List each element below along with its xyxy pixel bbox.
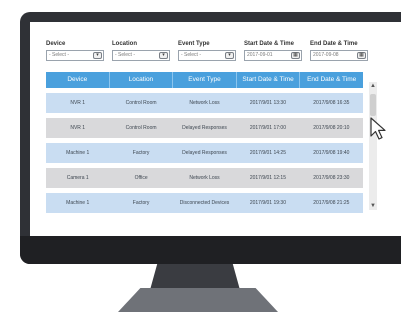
event-type-select[interactable]: - Select - ▾ [178,50,236,61]
chevron-down-icon[interactable]: ▾ [93,52,102,59]
column-header-location[interactable]: Location [110,72,174,88]
cell-device: Camera 1 [66,175,89,181]
cell-start: 2017/9/01 19:30 [249,200,286,206]
cell-event-type: Delayed Responses [182,150,227,156]
table-row[interactable]: NVR 1 Control Room Delayed Responses 201… [46,118,363,138]
end-date-input[interactable]: 2017-09-08 ▦ [310,50,368,61]
calendar-icon[interactable]: ▦ [291,52,300,59]
cell-device: NVR 1 [70,125,86,131]
monitor-stand-base [118,288,278,312]
cell-start: 2017/9/01 14:25 [249,150,286,156]
cell-event-type: Disconnected Devices [179,200,230,206]
cell-start: 2017/9/01 17:00 [249,125,286,131]
monitor-chin [20,236,401,264]
cell-event-type: Network Loss [189,175,220,181]
cell-device: NVR 1 [70,100,86,106]
table-row[interactable]: Machine 1 Factory Disconnected Devices 2… [46,193,363,213]
column-header-end[interactable]: End Date & Time [300,72,363,88]
chevron-down-icon[interactable]: ▾ [225,52,234,59]
filter-label: Event Type [178,41,210,47]
cell-end: 2017/9/08 21:25 [313,200,350,206]
filter-bar: Device - Select - ▾ Location - Select - … [46,40,376,64]
cell-device: Machine 1 [66,200,90,206]
cell-event-type: Network Loss [189,100,220,106]
cell-location: Control Room [125,125,157,131]
table-header: Device Location Event Type Start Date & … [46,72,363,88]
cell-end: 2017/9/08 19:40 [313,150,350,156]
filter-device: Device - Select - ▾ [46,40,104,61]
monitor-screen: Device - Select - ▾ Location - Select - … [30,22,401,236]
column-header-device[interactable]: Device [46,72,110,88]
table-row[interactable]: Camera 1 Office Network Loss 2017/9/01 1… [46,168,363,188]
cell-location: Factory [132,200,150,206]
filter-label: Start Date & Time [244,41,294,47]
filter-end-date: End Date & Time 2017-09-08 ▦ [310,40,368,61]
select-value: - Select - [115,52,136,58]
scroll-down-icon[interactable]: ▼ [369,202,377,210]
filter-location: Location - Select - ▾ [112,40,170,61]
scroll-up-icon[interactable]: ▲ [369,82,377,90]
cell-end: 2017/9/08 20:10 [313,125,350,131]
cell-event-type: Delayed Responses [182,125,227,131]
cell-start: 2017/9/01 13:30 [249,100,286,106]
cell-end: 2017/9/08 23:30 [313,175,350,181]
events-table: Device Location Event Type Start Date & … [46,72,363,213]
chevron-down-icon[interactable]: ▾ [159,52,168,59]
filter-start-date: Start Date & Time 2017-09-01 ▦ [244,40,302,61]
column-header-start[interactable]: Start Date & Time [237,72,301,88]
table-scrollbar[interactable]: ▲ ▼ [369,82,377,210]
date-value: 2017-09-08 [313,52,339,58]
cell-end: 2017/9/08 16:35 [313,100,350,106]
column-header-event-type[interactable]: Event Type [173,72,237,88]
cell-device: Machine 1 [66,150,90,156]
filter-label: End Date & Time [310,41,358,47]
table-row[interactable]: Machine 1 Factory Delayed Responses 2017… [46,143,363,163]
start-date-input[interactable]: 2017-09-01 ▦ [244,50,302,61]
cell-location: Factory [132,150,150,156]
location-select[interactable]: - Select - ▾ [112,50,170,61]
cell-location: Control Room [125,100,157,106]
cell-location: Office [134,175,148,181]
filter-label: Device [46,41,66,47]
date-value: 2017-09-01 [247,52,273,58]
calendar-icon[interactable]: ▦ [357,52,366,59]
scrollbar-thumb[interactable] [370,94,376,116]
table-row[interactable]: NVR 1 Control Room Network Loss 2017/9/0… [46,93,363,113]
monitor-stand-neck [150,264,240,290]
cell-start: 2017/9/01 12:15 [249,175,286,181]
select-value: - Select - [181,52,202,58]
select-value: - Select - [49,52,70,58]
mouse-cursor-icon [370,117,386,140]
filter-event-type: Event Type - Select - ▾ [178,40,236,61]
filter-label: Location [112,41,137,47]
device-select[interactable]: - Select - ▾ [46,50,104,61]
